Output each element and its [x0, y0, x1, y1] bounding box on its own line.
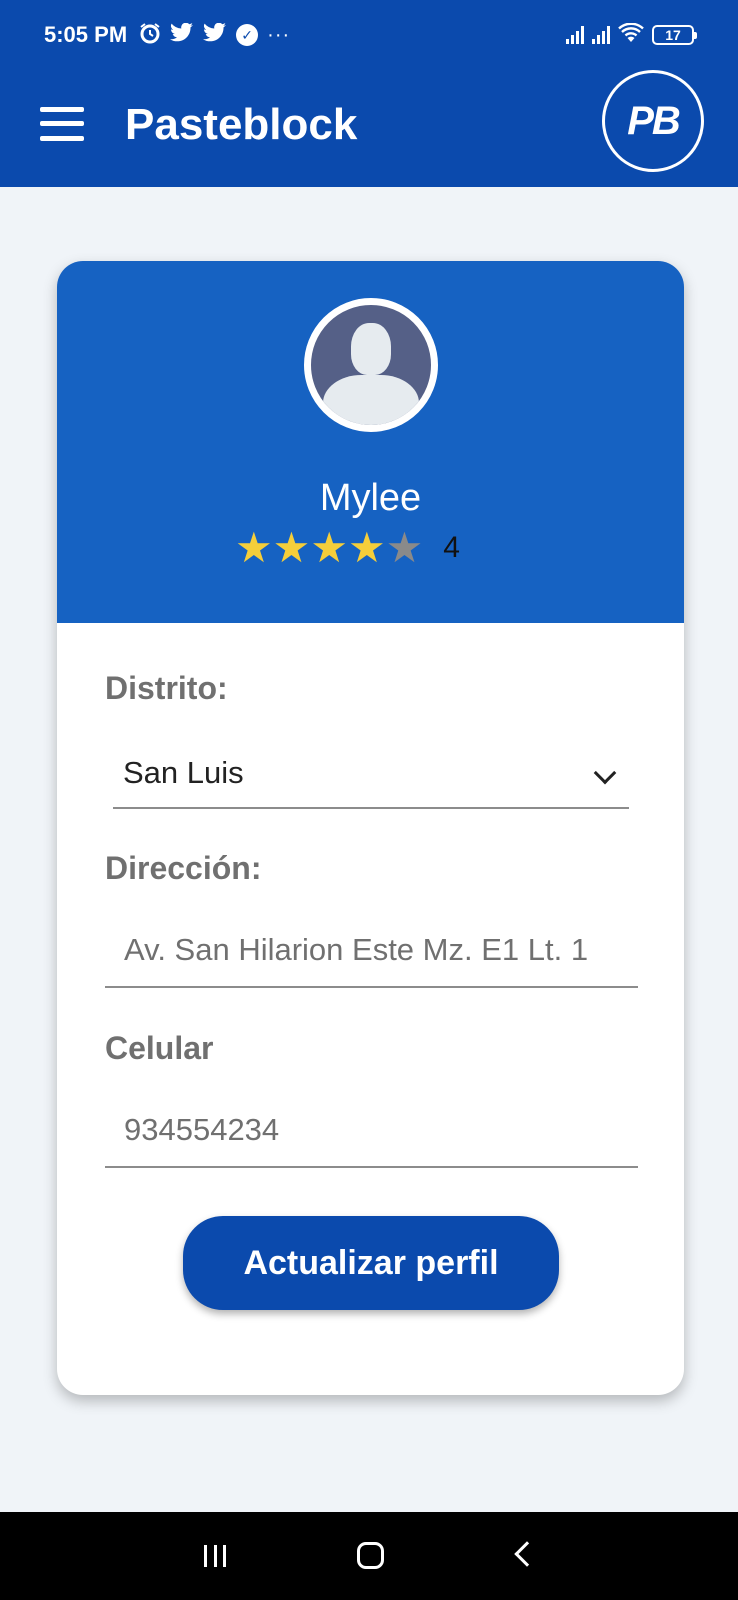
- star-icon: ★: [310, 524, 348, 571]
- district-select[interactable]: San Luis: [113, 747, 629, 809]
- signal-icon: [592, 26, 610, 44]
- recents-icon[interactable]: [204, 1545, 226, 1567]
- app-title: Pasteblock: [125, 100, 358, 149]
- twitter-icon: [170, 22, 194, 48]
- phone-field[interactable]: 934554234: [105, 1104, 638, 1168]
- chevron-down-icon: [593, 761, 617, 785]
- rating-value: 4: [443, 531, 460, 564]
- system-icons: 17: [566, 22, 697, 48]
- address-field[interactable]: Av. San Hilarion Este Mz. E1 Lt. 1: [105, 924, 638, 988]
- district-label: Distrito:: [105, 670, 228, 706]
- avatar-head: [351, 323, 391, 375]
- notification-icons: ✓ ···: [139, 22, 290, 49]
- home-icon[interactable]: [357, 1542, 384, 1569]
- avatar-shoulders: [323, 375, 419, 425]
- signal-icon: [566, 26, 584, 44]
- alarm-icon: [139, 22, 161, 49]
- star-icon: ★: [235, 524, 273, 571]
- more-icon: ···: [267, 23, 291, 46]
- district-value: San Luis: [123, 755, 244, 790]
- star-icon: ★: [347, 524, 386, 571]
- address-label: Dirección:: [105, 850, 262, 886]
- user-name: Mylee: [319, 477, 422, 519]
- battery-icon: 17: [652, 25, 697, 45]
- app-bar: Pasteblock PB: [0, 70, 738, 187]
- update-profile-button[interactable]: Actualizar perfil: [183, 1216, 559, 1310]
- rating: ★ ★ ★ ★ ★ 4: [235, 527, 460, 569]
- twitter-icon: [203, 22, 227, 48]
- app-logo: PB: [602, 70, 704, 172]
- status-time: 5:05 PM: [44, 22, 128, 47]
- phone-label: Celular: [105, 1030, 214, 1066]
- back-icon[interactable]: [514, 1541, 540, 1567]
- avatar: [304, 298, 438, 432]
- check-circle-icon: ✓: [236, 24, 259, 46]
- hamburger-menu-icon[interactable]: [40, 107, 84, 141]
- star-icon: ★: [272, 524, 311, 571]
- star-icon: ★: [385, 524, 424, 571]
- address-value: Av. San Hilarion Este Mz. E1 Lt. 1: [124, 932, 589, 967]
- profile-card: Mylee ★ ★ ★ ★ ★ 4 Distrito: San Luis Dir…: [57, 261, 684, 1395]
- profile-header: Mylee ★ ★ ★ ★ ★ 4: [57, 261, 684, 623]
- phone-value: 934554234: [124, 1112, 280, 1147]
- system-nav-bar: [0, 1512, 738, 1600]
- status-bar: 5:05 PM ✓ ··· 17: [0, 0, 738, 70]
- wifi-icon: [618, 22, 644, 48]
